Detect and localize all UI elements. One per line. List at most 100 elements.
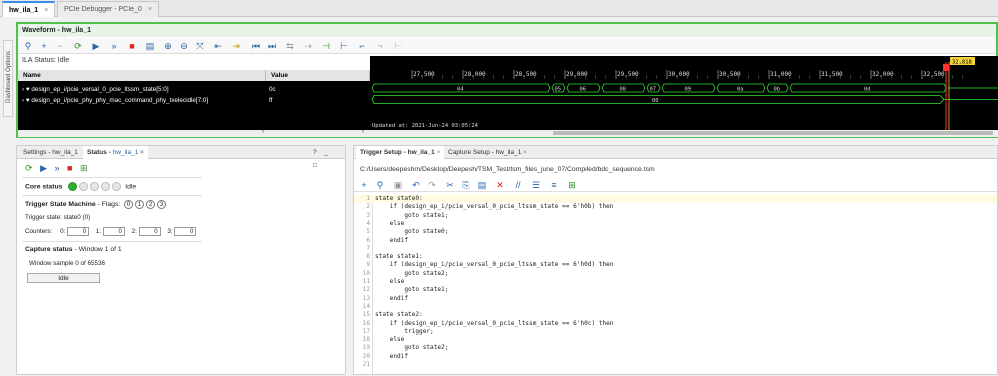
capture-status: Capture status - Window 1 of 1 (25, 246, 122, 253)
indent-icon[interactable]: ☰ (530, 179, 542, 191)
stop-icon[interactable]: ■ (126, 40, 138, 52)
go-first-icon[interactable]: ⏮ (250, 40, 262, 52)
next-transition-icon[interactable]: ⊣ (320, 40, 332, 52)
flag-1: 1 (135, 200, 145, 209)
signal-row[interactable]: › ♥ design_ep_i/pcie_versal_0_pcie_ltssm… (18, 85, 370, 95)
trigger-state-machine: Trigger State Machine - Flags: 0123 (25, 200, 167, 209)
bus-value-label: 0b (774, 87, 781, 93)
code-text: if (design_ep_i/pcie_versal_0_pcie_ltssm… (375, 203, 614, 211)
signal-value: 0c (269, 86, 276, 93)
paste-icon[interactable]: ▤ (476, 179, 488, 191)
line-number: 11 (362, 278, 370, 285)
remove-icon[interactable]: − (54, 40, 66, 52)
marker-icon[interactable]: ⇤ (212, 40, 224, 52)
bus-value-label: 06 (580, 87, 587, 93)
signal-list: Name Value › ♥ design_ep_i/pcie_versal_0… (18, 70, 370, 137)
comment-icon[interactable]: // (512, 179, 524, 191)
waveform-toolbar: ⚲ + − ⟳ ▶ » ■ ▤ ⊕ ⊖ ⤧ ⇤ ⇥ ⏮ ⏭ ⇆ ⇢ ⊣ ⊢ ⌐ … (18, 38, 996, 54)
counters: Counters: 0: 0 1: 0 2: 0 3: 0 (25, 227, 201, 236)
cut-icon[interactable]: ✂ (444, 179, 456, 191)
scrollbar-thumb[interactable] (553, 131, 993, 135)
scroll-right-icon[interactable]: › (362, 129, 364, 135)
code-text: endif (375, 352, 409, 360)
waveform-viewer[interactable]: 27,500 28,000 28,500 29,000 29,500 30,000 30,5… (370, 56, 998, 130)
tab-settings[interactable]: Settings - hw_ila_1 (19, 146, 82, 159)
bus-icon[interactable]: ⊢ (392, 40, 404, 52)
tab-hw-ila-1[interactable]: hw_ila_1 × (2, 1, 56, 17)
line-number: 19 (362, 344, 370, 352)
divider (22, 195, 202, 196)
line-number: 15 (362, 311, 370, 319)
export-icon[interactable]: ▤ (144, 40, 156, 52)
dashboard-options-toggle[interactable]: Dashboard Options (3, 40, 13, 117)
zoom-in-icon[interactable]: ⊕ (162, 40, 174, 52)
code-editor[interactable]: 1 state state0: 2 if (design_ep_i/pcie_ver… (354, 195, 997, 376)
add-icon[interactable]: + (38, 40, 50, 52)
line-number: 12 (362, 286, 370, 294)
trigger-panel-tabs: Trigger Setup - hw_ila_1 × Capture Setup… (354, 146, 997, 159)
line-number: 1 (366, 195, 370, 202)
swap-icon[interactable]: ⇆ (284, 40, 296, 52)
dashboard-options-label: Dashboard Options (6, 51, 12, 103)
cursor-value: 32,818 (952, 60, 972, 66)
run-trigger-icon[interactable]: ▶ (40, 163, 47, 173)
line-number: 8 (366, 253, 370, 261)
time-tick-label: 29,500 (617, 71, 639, 78)
flag-3: 3 (157, 200, 167, 209)
search-icon[interactable]: ⚲ (22, 40, 34, 52)
core-status-value: Idle (125, 183, 137, 191)
code-text: if (design_ep_i/pcie_versal_0_pcie_ltssm… (375, 261, 614, 269)
run-immediate-icon[interactable]: » (55, 163, 60, 173)
refresh-icon[interactable]: ⟳ (25, 163, 33, 173)
delete-icon[interactable]: ✕ (494, 179, 506, 191)
idle-button[interactable]: Idle (27, 273, 100, 283)
signal-name: › ♥ design_ep_i/pcie_phy_phy_mac_command… (22, 97, 209, 104)
tab-pcie-debugger[interactable]: PCIe Debugger - PCIe_0 × (57, 1, 159, 17)
go-last-icon[interactable]: ⏭ (266, 40, 278, 52)
zoom-out-icon[interactable]: ⊖ (178, 40, 190, 52)
copy-icon[interactable]: ⎘ (460, 179, 472, 191)
add-icon[interactable]: + (358, 179, 370, 191)
signal-row[interactable]: › ♥ design_ep_i/pcie_phy_phy_mac_command… (18, 96, 370, 106)
divider (22, 177, 202, 178)
bus-value-label: 0a (737, 87, 744, 93)
divider (22, 241, 202, 242)
tab-trigger-setup[interactable]: Trigger Setup - hw_ila_1 × (356, 146, 445, 159)
scroll-left-icon[interactable]: ‹ (262, 129, 264, 135)
panel-controls[interactable]: ? _ □ (309, 146, 345, 169)
refresh-icon[interactable]: ⟳ (72, 40, 84, 52)
zoom-fit-icon[interactable]: ⤧ (194, 40, 206, 52)
stop-icon[interactable]: ■ (67, 163, 72, 173)
add-marker-icon[interactable]: ⊢ (338, 40, 350, 52)
tab-capture-setup[interactable]: Capture Setup - hw_ila_1 × (444, 146, 531, 159)
time-tick-label: 28,000 (464, 71, 486, 78)
undo-icon[interactable]: ↶ (410, 179, 422, 191)
close-icon[interactable]: × (44, 7, 48, 14)
code-line: 2 if (design_ep_i/pcie_versal_0_pcie_lts… (354, 203, 997, 211)
horizontal-scrollbar[interactable]: ‹ › (18, 129, 998, 137)
compile-icon[interactable]: ⊞ (566, 179, 578, 191)
run-immediate-icon[interactable]: » (108, 40, 120, 52)
tab-status[interactable]: Status - hw_ila_1 × (83, 146, 148, 159)
line-number: 3 (366, 211, 370, 219)
redo-icon[interactable]: ↷ (426, 179, 438, 191)
run-trigger-icon[interactable]: ▶ (90, 40, 102, 52)
close-icon[interactable]: × (148, 6, 152, 13)
time-tick-label: 32,000 (872, 71, 894, 78)
close-icon: × (523, 149, 527, 156)
bus-value-label: 08 (620, 87, 627, 93)
capture-icon[interactable]: ⊞ (80, 163, 88, 173)
prev-transition-icon[interactable]: ⇢ (302, 40, 314, 52)
format-icon[interactable]: ≡ (548, 179, 560, 191)
marker-add-icon[interactable]: ⇥ (230, 40, 242, 52)
falling-edge-icon[interactable]: ⌐ (356, 40, 368, 52)
counter-0: 0 (67, 227, 90, 236)
rising-edge-icon[interactable]: ¬ (374, 40, 386, 52)
code-text: goto state2; (375, 269, 449, 277)
save-icon[interactable]: ▣ (392, 179, 404, 191)
time-tick-label: 30,500 (719, 71, 741, 78)
search-icon[interactable]: ⚲ (374, 179, 386, 191)
updated-timestamp: Updated at: 2021-Jun-24 03:05:24 (372, 123, 479, 129)
code-line: 11 else (354, 278, 997, 286)
code-text: else (375, 219, 405, 227)
